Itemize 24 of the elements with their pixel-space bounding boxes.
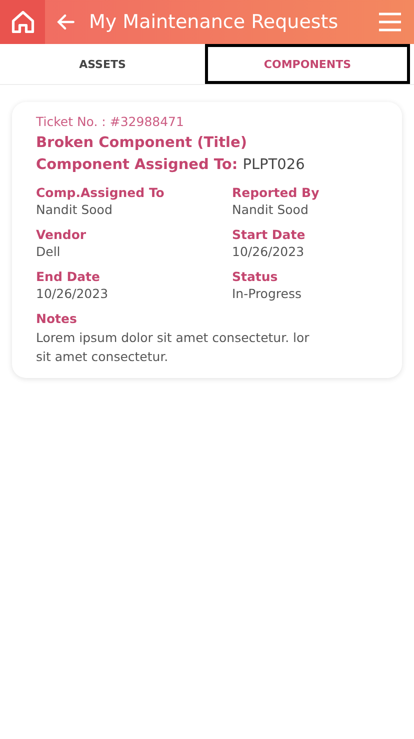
assigned-label: Component Assigned To: xyxy=(36,157,238,173)
home-button[interactable] xyxy=(0,0,45,44)
home-icon xyxy=(10,9,36,35)
ticket-number: Ticket No. : #32988471 xyxy=(36,114,185,129)
menu-icon xyxy=(378,11,402,33)
page-title: My Maintenance Requests xyxy=(89,11,340,33)
field-value: 10/26/2023 xyxy=(232,244,306,259)
field-label: Reported By xyxy=(232,185,320,200)
assigned-value: PLPT026 xyxy=(242,157,305,173)
field-value: In-Progress xyxy=(232,286,302,301)
tab[interactable]: COMPONENTS xyxy=(205,44,410,84)
menu-button[interactable] xyxy=(378,11,402,33)
field-value: 10/26/2023 xyxy=(36,286,110,301)
field-label: Comp.Assigned To xyxy=(36,185,166,200)
field-value: Nandit Sood xyxy=(232,202,310,217)
field-label: End Date xyxy=(36,269,102,284)
field-value: Dell xyxy=(36,244,62,259)
field-label: Status xyxy=(232,269,279,284)
request-title: Broken Component (Title) xyxy=(36,135,248,151)
field-label: Vendor xyxy=(36,227,88,242)
field-value: Nandit Sood xyxy=(36,202,114,217)
notes-text: Lorem ipsum dolor sit amet consectetur. lor sit amet consectetur. xyxy=(36,329,310,366)
field-label: Notes xyxy=(36,311,78,326)
field-label: Start Date xyxy=(232,227,306,242)
